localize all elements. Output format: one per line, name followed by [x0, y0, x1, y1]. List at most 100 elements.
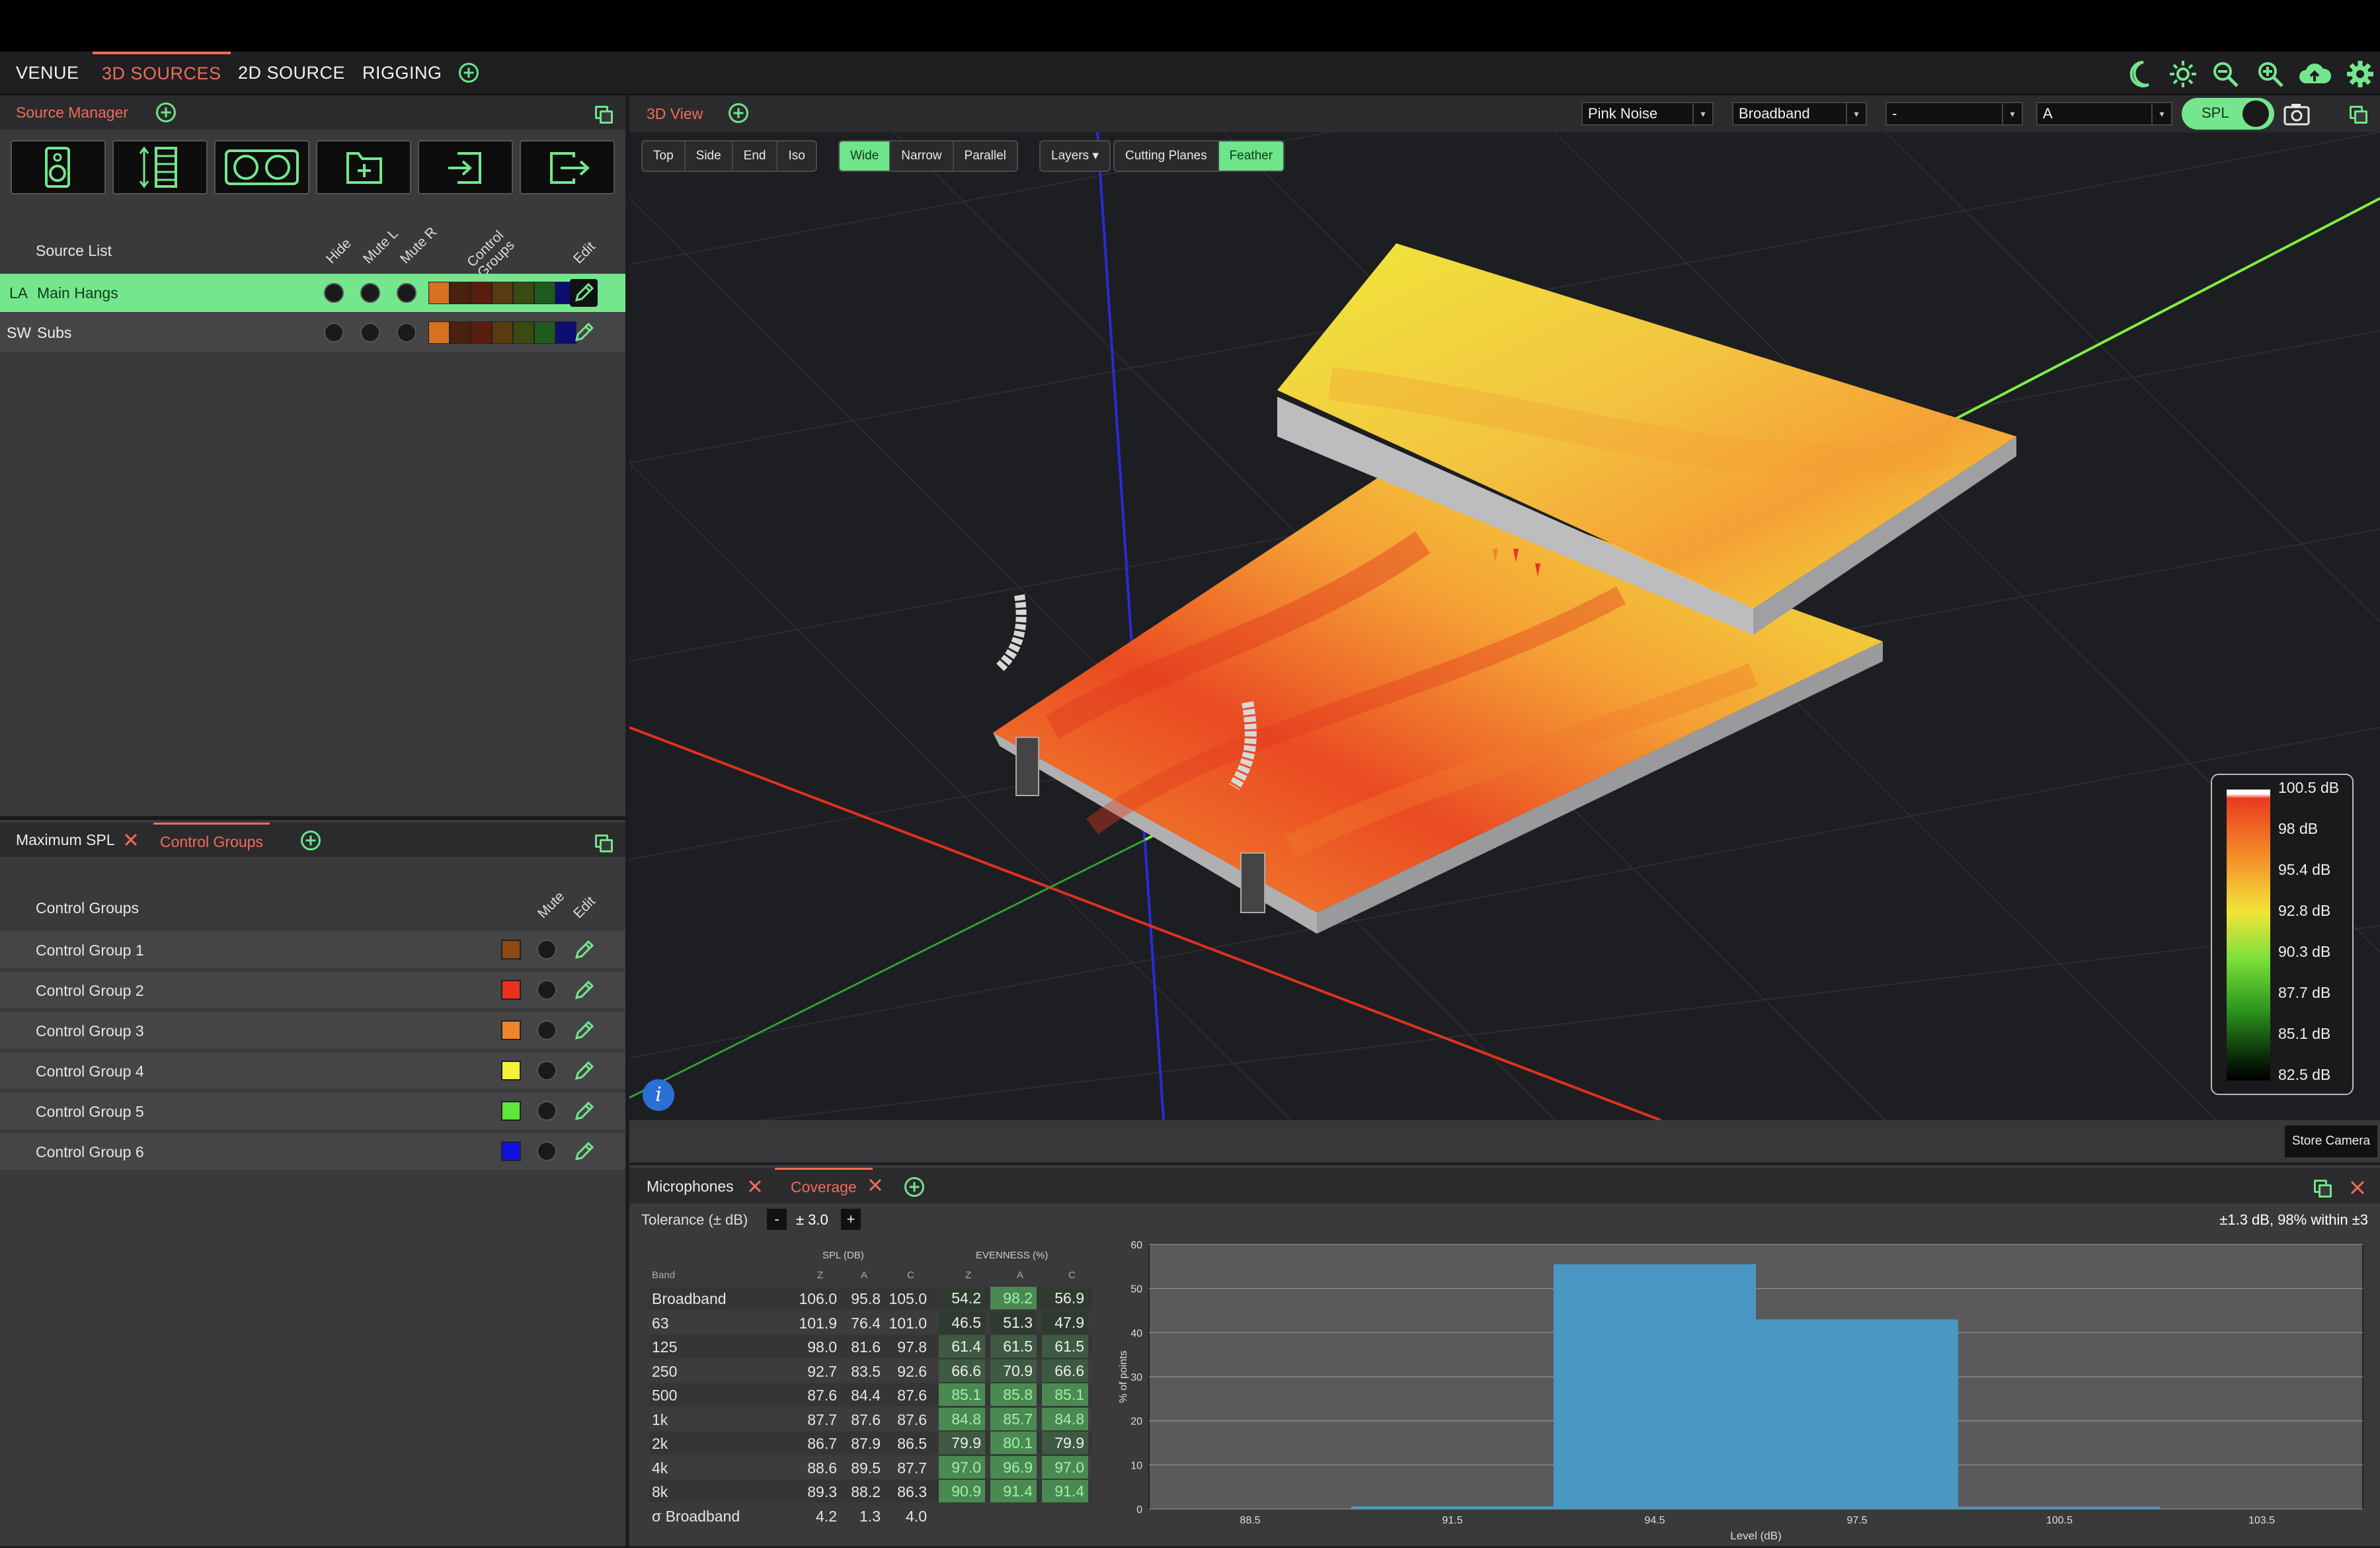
- gear-icon[interactable]: [2346, 60, 2375, 89]
- zoom-out-icon[interactable]: [2211, 60, 2240, 89]
- tab-microphones[interactable]: Microphones: [647, 1169, 734, 1203]
- 3d-scene[interactable]: [629, 132, 2380, 1120]
- swatch[interactable]: [492, 321, 513, 344]
- add-speaker-button[interactable]: [11, 140, 106, 194]
- add-panel-icon[interactable]: [904, 1177, 924, 1197]
- close-icon[interactable]: [123, 832, 139, 848]
- close-icon[interactable]: [867, 1177, 883, 1193]
- control-group-row[interactable]: Control Group 2: [0, 971, 625, 1008]
- source-row-subs[interactable]: SW Subs: [0, 313, 625, 352]
- swatch[interactable]: [534, 282, 555, 304]
- pencil-icon[interactable]: [570, 1017, 598, 1045]
- export-button[interactable]: [520, 140, 615, 194]
- copy-icon[interactable]: [595, 106, 613, 124]
- tab-coverage[interactable]: Coverage: [775, 1168, 873, 1204]
- swatch[interactable]: [513, 321, 534, 344]
- mute-toggle[interactable]: [537, 1101, 557, 1121]
- add-view-icon[interactable]: [729, 103, 748, 123]
- control-group-row[interactable]: Control Group 4: [0, 1052, 625, 1089]
- control-group-color-swatch[interactable]: [501, 1061, 521, 1080]
- view-top-button[interactable]: Top: [643, 142, 686, 171]
- swatch[interactable]: [428, 321, 450, 344]
- sun-icon[interactable]: [2168, 60, 2198, 89]
- source-row-main-hangs[interactable]: LA Main Hangs: [0, 274, 625, 312]
- swatch[interactable]: [471, 282, 492, 304]
- import-button[interactable]: [418, 140, 513, 194]
- mute-r-toggle[interactable]: [397, 283, 416, 303]
- mute-l-toggle[interactable]: [360, 323, 380, 343]
- copy-icon[interactable]: [595, 835, 613, 852]
- swatch[interactable]: [534, 321, 555, 344]
- band-select[interactable]: Broadband ▾: [1732, 102, 1867, 126]
- spl-toggle[interactable]: SPL: [2182, 98, 2274, 130]
- control-group-row[interactable]: Control Group 5: [0, 1092, 625, 1129]
- pencil-icon[interactable]: [570, 1098, 598, 1125]
- option-select[interactable]: - ▾: [1885, 102, 2023, 126]
- menu-rigging[interactable]: RIGGING: [362, 52, 442, 94]
- copy-icon[interactable]: [2350, 106, 2367, 124]
- pencil-icon[interactable]: [570, 936, 598, 964]
- info-button[interactable]: i: [643, 1079, 674, 1111]
- tolerance-increase-button[interactable]: +: [841, 1209, 861, 1230]
- view-end-button[interactable]: End: [733, 142, 778, 171]
- control-group-color-swatch[interactable]: [501, 940, 521, 959]
- camera-icon[interactable]: [2282, 101, 2311, 127]
- menu-3d-sources[interactable]: 3D SOURCES: [93, 52, 231, 94]
- tab-control-groups[interactable]: Control Groups: [153, 823, 270, 859]
- moon-icon[interactable]: [2126, 60, 2153, 89]
- swatch[interactable]: [450, 321, 471, 344]
- swatch[interactable]: [513, 282, 534, 304]
- edit-button[interactable]: [570, 279, 598, 307]
- tab-source-manager[interactable]: Source Manager: [16, 95, 128, 130]
- copy-icon[interactable]: [2314, 1180, 2332, 1198]
- mute-r-toggle[interactable]: [397, 323, 416, 343]
- beam-parallel-button[interactable]: Parallel: [954, 142, 1017, 171]
- control-group-row[interactable]: Control Group 3: [0, 1012, 625, 1049]
- close-icon[interactable]: [2350, 1180, 2365, 1196]
- mute-toggle[interactable]: [537, 1061, 557, 1080]
- control-group-color-swatch[interactable]: [501, 1101, 521, 1121]
- add-subwoofer-button[interactable]: [214, 140, 309, 194]
- tolerance-decrease-button[interactable]: -: [767, 1209, 787, 1230]
- control-group-color-swatch[interactable]: [501, 980, 521, 1000]
- hide-toggle[interactable]: [324, 283, 344, 303]
- pencil-icon[interactable]: [570, 319, 598, 346]
- store-camera-button[interactable]: Store Camera: [2285, 1125, 2377, 1157]
- swatch[interactable]: [471, 321, 492, 344]
- add-line-array-button[interactable]: [112, 140, 208, 194]
- swatch[interactable]: [428, 282, 450, 304]
- control-group-color-swatch[interactable]: [501, 1020, 521, 1040]
- cloud-upload-icon[interactable]: [2298, 61, 2331, 87]
- mute-toggle[interactable]: [537, 1020, 557, 1040]
- add-panel-icon[interactable]: [156, 102, 176, 122]
- zoom-in-icon[interactable]: [2256, 60, 2285, 89]
- control-group-row[interactable]: Control Group 6: [0, 1133, 625, 1170]
- control-group-row[interactable]: Control Group 1: [0, 931, 625, 968]
- menu-2d-source[interactable]: 2D SOURCE: [238, 52, 345, 94]
- beam-wide-button[interactable]: Wide: [840, 142, 891, 171]
- add-panel-icon[interactable]: [301, 831, 321, 850]
- cutting-planes-button[interactable]: Cutting Planes: [1115, 142, 1219, 171]
- hide-toggle[interactable]: [324, 323, 344, 343]
- pencil-icon[interactable]: [570, 1138, 598, 1166]
- control-group-color-swatch[interactable]: [501, 1141, 521, 1161]
- 3d-viewport[interactable]: [629, 132, 2380, 1120]
- signal-select[interactable]: Pink Noise ▾: [1581, 102, 1714, 126]
- tab-maximum-spl[interactable]: Maximum SPL: [16, 823, 115, 857]
- weighting-select[interactable]: A ▾: [2036, 102, 2172, 126]
- mute-toggle[interactable]: [537, 980, 557, 1000]
- add-tab-icon[interactable]: [459, 63, 479, 83]
- view-iso-button[interactable]: Iso: [777, 142, 815, 171]
- pencil-icon[interactable]: [570, 977, 598, 1004]
- layers-dropdown[interactable]: Layers ▾: [1041, 142, 1109, 171]
- close-icon[interactable]: [747, 1178, 763, 1194]
- control-group-swatches[interactable]: [428, 321, 576, 344]
- view-side-button[interactable]: Side: [686, 142, 733, 171]
- menu-venue[interactable]: VENUE: [16, 52, 79, 94]
- swatch[interactable]: [450, 282, 471, 304]
- control-group-swatches[interactable]: [428, 282, 576, 304]
- mute-l-toggle[interactable]: [360, 283, 380, 303]
- mute-toggle[interactable]: [537, 940, 557, 959]
- swatch[interactable]: [492, 282, 513, 304]
- mute-toggle[interactable]: [537, 1141, 557, 1161]
